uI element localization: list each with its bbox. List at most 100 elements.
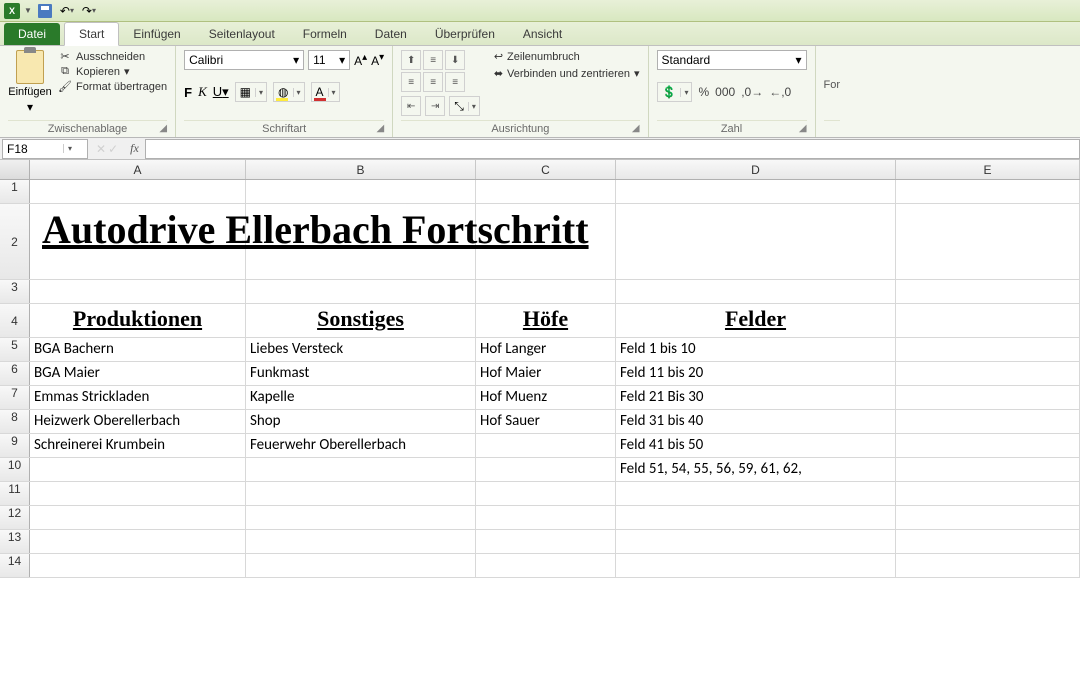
undo-button[interactable]: ↶▾: [58, 2, 76, 20]
col-header-E[interactable]: E: [896, 160, 1080, 179]
cell[interactable]: [616, 506, 896, 529]
cell[interactable]: [246, 530, 476, 553]
name-box-input[interactable]: [3, 142, 63, 156]
row-header[interactable]: 5: [0, 338, 30, 361]
col-header-C[interactable]: C: [476, 160, 616, 179]
italic-button[interactable]: K: [198, 84, 207, 100]
accounting-format-button[interactable]: 💲▾: [657, 82, 693, 102]
cell[interactable]: [476, 554, 616, 577]
tab-start[interactable]: Start: [64, 22, 119, 46]
cell[interactable]: Feld 1 bis 10: [616, 338, 896, 361]
paste-button[interactable]: Einfügen ▾: [8, 50, 52, 114]
cell[interactable]: [30, 458, 246, 481]
cell[interactable]: Hof Maier: [476, 362, 616, 385]
row-header[interactable]: 13: [0, 530, 30, 553]
row-header[interactable]: 4: [0, 304, 30, 337]
cell[interactable]: [896, 304, 1080, 337]
underline-button[interactable]: U▾: [213, 84, 229, 100]
fx-icon[interactable]: fx: [124, 141, 145, 156]
cell[interactable]: Hof Sauer: [476, 410, 616, 433]
increase-indent-button[interactable]: ⇥: [425, 96, 445, 116]
column-header-hoefe[interactable]: Höfe: [476, 304, 616, 337]
font-name-select[interactable]: Calibri▾: [184, 50, 304, 70]
row-header[interactable]: 10: [0, 458, 30, 481]
cell[interactable]: Hof Muenz: [476, 386, 616, 409]
cell[interactable]: [896, 482, 1080, 505]
qat-dropdown-icon[interactable]: ▼: [24, 6, 32, 15]
align-top-button[interactable]: ⬆: [401, 50, 421, 70]
cell[interactable]: [616, 554, 896, 577]
align-middle-button[interactable]: ≡: [423, 50, 443, 70]
align-center-button[interactable]: ≡: [423, 72, 443, 92]
align-right-button[interactable]: ≡: [445, 72, 465, 92]
orientation-button[interactable]: ⤡▾: [449, 96, 480, 116]
cell[interactable]: Feld 41 bis 50: [616, 434, 896, 457]
cell[interactable]: [476, 180, 616, 203]
cell[interactable]: [616, 204, 896, 279]
cell[interactable]: [896, 362, 1080, 385]
cell[interactable]: Feld 31 bis 40: [616, 410, 896, 433]
decrease-decimal-button[interactable]: ←,0: [769, 85, 791, 99]
cell[interactable]: [246, 554, 476, 577]
cell[interactable]: Feld 51, 54, 55, 56, 59, 61, 62,: [616, 458, 896, 481]
cell[interactable]: Feld 11 bis 20: [616, 362, 896, 385]
cell[interactable]: Schreinerei Krumbein: [30, 434, 246, 457]
row-header[interactable]: 14: [0, 554, 30, 577]
row-header[interactable]: 3: [0, 280, 30, 303]
formula-input[interactable]: [145, 139, 1080, 159]
title-cell[interactable]: Autodrive Ellerbach Fortschritt: [30, 204, 246, 279]
select-all-button[interactable]: [0, 160, 30, 179]
tab-view[interactable]: Ansicht: [509, 23, 576, 45]
percent-button[interactable]: %: [698, 85, 709, 99]
cell[interactable]: [616, 530, 896, 553]
cell[interactable]: [476, 530, 616, 553]
cell[interactable]: [896, 280, 1080, 303]
cell[interactable]: Funkmast: [246, 362, 476, 385]
format-painter-button[interactable]: 🖌Format übertragen: [58, 80, 167, 93]
col-header-A[interactable]: A: [30, 160, 246, 179]
cell[interactable]: [30, 554, 246, 577]
cell[interactable]: [30, 506, 246, 529]
cell[interactable]: [246, 280, 476, 303]
dialog-launcher-icon[interactable]: ◢: [799, 123, 807, 134]
cell[interactable]: [896, 506, 1080, 529]
cancel-formula-button[interactable]: ✕: [96, 142, 106, 156]
cell[interactable]: BGA Maier: [30, 362, 246, 385]
tab-file[interactable]: Datei: [4, 23, 60, 45]
cell[interactable]: [476, 482, 616, 505]
tab-pagelayout[interactable]: Seitenlayout: [195, 23, 289, 45]
row-header[interactable]: 2: [0, 204, 30, 279]
cell[interactable]: [30, 180, 246, 203]
cell[interactable]: Shop: [246, 410, 476, 433]
column-header-felder[interactable]: Felder: [616, 304, 896, 337]
row-header[interactable]: 1: [0, 180, 30, 203]
font-size-select[interactable]: 11▾: [308, 50, 350, 70]
name-box[interactable]: ▾: [2, 139, 88, 159]
align-bottom-button[interactable]: ⬇: [445, 50, 465, 70]
copy-button[interactable]: ⧉Kopieren ▾: [58, 65, 167, 78]
align-left-button[interactable]: ≡: [401, 72, 421, 92]
cell[interactable]: [896, 554, 1080, 577]
tab-formulas[interactable]: Formeln: [289, 23, 361, 45]
cell[interactable]: [896, 530, 1080, 553]
cell[interactable]: [30, 530, 246, 553]
increase-font-button[interactable]: A▴: [354, 52, 367, 68]
cell[interactable]: Liebes Versteck: [246, 338, 476, 361]
cell[interactable]: Hof Langer: [476, 338, 616, 361]
row-header[interactable]: 7: [0, 386, 30, 409]
cell[interactable]: Feuerwehr Oberellerbach: [246, 434, 476, 457]
cell[interactable]: [616, 482, 896, 505]
decrease-indent-button[interactable]: ⇤: [401, 96, 421, 116]
cell[interactable]: Kapelle: [246, 386, 476, 409]
row-header[interactable]: 6: [0, 362, 30, 385]
cell[interactable]: [616, 180, 896, 203]
border-button[interactable]: ▦▾: [235, 82, 267, 102]
cell[interactable]: [476, 434, 616, 457]
row-header[interactable]: 12: [0, 506, 30, 529]
number-format-select[interactable]: Standard▾: [657, 50, 807, 70]
cell[interactable]: [30, 482, 246, 505]
cut-button[interactable]: ✂Ausschneiden: [58, 50, 167, 63]
col-header-B[interactable]: B: [246, 160, 476, 179]
cell[interactable]: Emmas Strickladen: [30, 386, 246, 409]
cell[interactable]: [896, 458, 1080, 481]
